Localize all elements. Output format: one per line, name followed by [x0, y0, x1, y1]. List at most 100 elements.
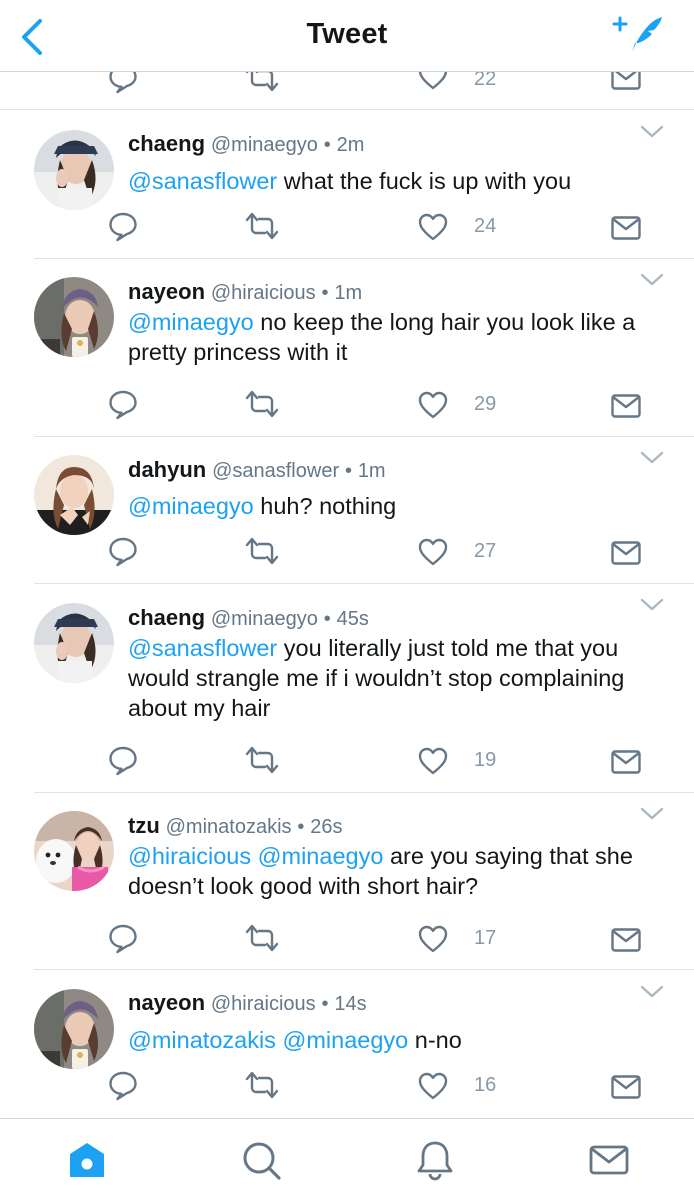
like-icon[interactable]: [418, 389, 448, 421]
separator-dot: •: [321, 993, 329, 1015]
tab-home[interactable]: [66, 1139, 108, 1181]
tweet-actions: 16: [0, 1069, 694, 1109]
avatar[interactable]: [34, 277, 114, 357]
compose-tweet-button[interactable]: [612, 12, 664, 56]
reply-icon[interactable]: [108, 72, 138, 94]
display-name[interactable]: tzu: [128, 813, 160, 838]
chevron-down-icon: [640, 450, 664, 466]
tweet-actions: 17: [0, 922, 694, 962]
like-count: 19: [474, 749, 497, 771]
timestamp: 26s: [310, 816, 343, 838]
retweet-icon[interactable]: [244, 210, 280, 242]
tweet-divider: [34, 792, 694, 793]
mention-link[interactable]: @sanasflower: [128, 168, 277, 194]
like-count: 16: [474, 1074, 497, 1096]
tweet-header: tzu @minatozakis • 26s: [128, 813, 342, 839]
like-icon[interactable]: [418, 211, 448, 243]
reply-icon[interactable]: [108, 1069, 138, 1101]
username[interactable]: @hiraicious: [211, 282, 316, 304]
timestamp: 1m: [334, 282, 363, 304]
timestamp: 1m: [357, 460, 386, 482]
separator-dot: •: [323, 134, 331, 156]
tweet-options-button[interactable]: [640, 597, 664, 613]
like-icon[interactable]: [418, 536, 448, 568]
display-name[interactable]: nayeon: [128, 279, 205, 304]
username[interactable]: @minatozakis: [166, 816, 292, 838]
like-count: 17: [474, 927, 497, 949]
tweet-header: nayeon @hiraicious • 1m: [128, 279, 362, 305]
direct-message-icon[interactable]: [610, 72, 642, 92]
bottom-tab-bar: [0, 1118, 694, 1200]
tweet-text: @sanasflower what the fuck is up with yo…: [128, 166, 678, 196]
mention-link[interactable]: @minaegyo: [258, 843, 384, 869]
reply-icon[interactable]: [108, 388, 138, 420]
tab-messages[interactable]: [588, 1139, 630, 1181]
retweet-icon[interactable]: [244, 72, 280, 94]
chevron-down-icon: [640, 272, 664, 288]
tweet-body-text: what the fuck is up with you: [283, 168, 572, 194]
like-icon[interactable]: [418, 72, 448, 91]
search-icon: [243, 1142, 281, 1180]
tab-notifications[interactable]: [414, 1139, 456, 1181]
avatar[interactable]: [34, 603, 114, 683]
display-name[interactable]: chaeng: [128, 605, 205, 630]
avatar[interactable]: [34, 130, 114, 210]
mention-link[interactable]: @minaegyo: [282, 1027, 408, 1053]
display-name[interactable]: chaeng: [128, 131, 205, 156]
tweet-divider: [34, 436, 694, 437]
tweet-options-button[interactable]: [640, 272, 664, 288]
chevron-down-icon: [640, 984, 664, 1000]
tweet-options-button[interactable]: [640, 124, 664, 140]
display-name[interactable]: nayeon: [128, 990, 205, 1015]
direct-message-icon[interactable]: [610, 390, 642, 422]
like-icon[interactable]: [418, 745, 448, 777]
retweet-icon[interactable]: [244, 922, 280, 954]
tweet-options-button[interactable]: [640, 984, 664, 1000]
retweet-icon[interactable]: [244, 388, 280, 420]
tab-search[interactable]: [240, 1139, 282, 1181]
tweet-divider: [34, 583, 694, 584]
username[interactable]: @sanasflower: [212, 460, 339, 482]
like-count: 24: [474, 215, 497, 237]
mention-link[interactable]: @hiraicious: [128, 843, 251, 869]
mention-link[interactable]: @sanasflower: [128, 635, 277, 661]
separator-dot: •: [344, 460, 352, 482]
tweet-text: @minaegyo no keep the long hair you look…: [128, 307, 678, 367]
tweet-body-text: huh? nothing: [260, 493, 397, 519]
reply-icon[interactable]: [108, 744, 138, 776]
tweet-divider: [34, 258, 694, 259]
avatar[interactable]: [34, 989, 114, 1069]
reply-icon[interactable]: [108, 922, 138, 954]
mention-link[interactable]: @minaegyo: [128, 309, 254, 335]
timestamp: 45s: [336, 608, 369, 630]
direct-message-icon[interactable]: [610, 537, 642, 569]
timestamp: 2m: [336, 134, 365, 156]
tweet-header: chaeng @minaegyo • 2m: [128, 131, 364, 157]
separator-dot: •: [321, 282, 329, 304]
tweet-options-button[interactable]: [640, 806, 664, 822]
retweet-icon[interactable]: [244, 1069, 280, 1101]
username[interactable]: @minaegyo: [211, 134, 318, 156]
like-icon[interactable]: [418, 923, 448, 955]
username[interactable]: @minaegyo: [211, 608, 318, 630]
mention-link[interactable]: @minatozakis: [128, 1027, 276, 1053]
direct-message-icon[interactable]: [610, 924, 642, 956]
direct-message-icon[interactable]: [610, 746, 642, 778]
mention-link[interactable]: @minaegyo: [128, 493, 254, 519]
retweet-icon[interactable]: [244, 535, 280, 567]
direct-message-icon[interactable]: [610, 1071, 642, 1103]
display-name[interactable]: dahyun: [128, 457, 206, 482]
reply-icon[interactable]: [108, 535, 138, 567]
chevron-down-icon: [640, 124, 664, 140]
notifications-icon: [417, 1141, 453, 1181]
reply-icon[interactable]: [108, 210, 138, 242]
retweet-icon[interactable]: [244, 744, 280, 776]
username[interactable]: @hiraicious: [211, 993, 316, 1015]
tweet-options-button[interactable]: [640, 450, 664, 466]
direct-message-icon[interactable]: [610, 212, 642, 244]
messages-icon: [589, 1145, 629, 1175]
page-title: Tweet: [306, 18, 388, 50]
avatar[interactable]: [34, 811, 114, 891]
avatar[interactable]: [34, 455, 114, 535]
like-icon[interactable]: [418, 1070, 448, 1102]
